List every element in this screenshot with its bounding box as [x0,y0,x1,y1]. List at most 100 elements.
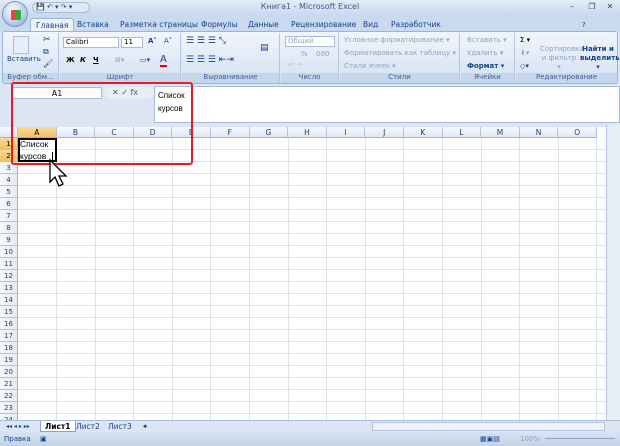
minimize-button[interactable]: – [565,2,579,11]
shrink-font-button[interactable]: A˅ [164,37,172,45]
column-header-K[interactable]: K [404,127,443,138]
borders-icon[interactable]: ⊞▾ [115,56,124,64]
percent-button[interactable]: % [301,50,308,58]
row-header-7[interactable]: 7 [0,210,18,222]
row-header-18[interactable]: 18 [0,342,18,354]
column-header-F[interactable]: F [211,127,250,138]
title-bar: 💾 ↶ ▾ ↷ ▾ Книга1 - Microsoft Excel – ❐ ✕ [0,0,620,15]
gridline [18,209,606,210]
macro-record-icon[interactable]: ▣ [40,432,47,446]
format-as-table-button[interactable]: Форматировать как таблицу ▾ [344,49,456,57]
font-name-select[interactable]: Calibri [63,37,119,48]
column-header-O[interactable]: O [558,127,597,138]
copy-icon[interactable]: ⧉ [43,47,49,57]
row-header-10[interactable]: 10 [0,246,18,258]
tab-formulas[interactable]: Формулы [196,18,243,32]
column-header-H[interactable]: H [288,127,327,138]
sheet-tab-2[interactable]: Лист2 [72,421,104,432]
row-header-5[interactable]: 5 [0,186,18,198]
column-header-G[interactable]: G [249,127,289,138]
group-label: Стили [340,73,459,83]
decimal-icon[interactable]: ⁺⁰ ⁻⁰ [287,62,302,70]
thousands-button[interactable]: 000 [316,50,329,58]
group-clipboard: Вставить ✂ ⧉ 🖌 Буфер обм... [3,33,59,83]
align-top-icon[interactable]: ☰ ☰ ☰ ⤡ [186,36,226,46]
group-editing: Σ ▾ ⬇▾ ◇▾ Сортировка и фильтр ▾ Найти и … [516,33,620,83]
delete-cells-button[interactable]: Удалить ▾ [467,49,503,57]
group-font: Calibri 11 A˄ A˅ Ж К Ч ⊞▾ ▭▾ A Шрифт [60,33,181,83]
column-header-J[interactable]: J [365,127,404,138]
cut-icon[interactable]: ✂ [43,35,51,45]
sheet-tab-3[interactable]: Лист3 [104,421,136,432]
row-header-17[interactable]: 17 [0,330,18,342]
row-header-12[interactable]: 12 [0,270,18,282]
row-header-15[interactable]: 15 [0,306,18,318]
format-cells-button[interactable]: Формат ▾ [467,62,504,70]
row-header-6[interactable]: 6 [0,198,18,210]
sort-filter-button[interactable]: Сортировка и фильтр ▾ [540,45,584,72]
italic-button[interactable]: К [80,56,86,64]
bold-button[interactable]: Ж [66,56,75,64]
row-header-8[interactable]: 8 [0,222,18,234]
view-buttons[interactable]: ▦▣▤ [480,432,500,446]
vertical-scrollbar[interactable] [606,125,620,420]
column-header-M[interactable]: M [481,127,520,138]
row-header-9[interactable]: 9 [0,234,18,246]
font-color-button[interactable]: A [160,54,167,67]
sheet-tab-1[interactable]: Лист1 [40,421,76,432]
tab-developer[interactable]: Разработчик [386,18,446,32]
font-size-select[interactable]: 11 [121,37,143,48]
insert-cells-button[interactable]: Вставить ▾ [467,36,507,44]
align-left-icon[interactable]: ☰ ☰ ☰ ⇤⇥ [186,55,234,65]
office-button[interactable] [2,1,28,27]
row-header-14[interactable]: 14 [0,294,18,306]
insert-sheet-icon[interactable]: ✦ [138,421,152,432]
gridline [18,401,606,402]
grow-font-button[interactable]: A˄ [148,37,157,45]
cell-styles-button[interactable]: Стили ячеек ▾ [344,62,396,70]
sheet-nav-buttons[interactable]: ◂◂ ◂ ▸ ▸▸ [2,421,34,432]
paste-button[interactable]: Вставить [7,55,41,63]
paste-icon [13,36,29,54]
tab-home[interactable]: Главная [30,18,75,32]
row-header-23[interactable]: 23 [0,402,18,414]
wrap-merge-icon[interactable]: ▤ [260,43,269,53]
column-header-N[interactable]: N [519,127,559,138]
tab-page-layout[interactable]: Разметка страницы [115,18,203,32]
fill-color-icon[interactable]: ▭▾ [140,56,150,64]
autosum-button[interactable]: Σ ▾ [520,36,530,44]
underline-button[interactable]: Ч [93,56,99,64]
tab-insert[interactable]: Вставка [72,18,114,32]
restore-button[interactable]: ❐ [585,2,599,11]
row-header-22[interactable]: 22 [0,390,18,402]
tab-review[interactable]: Рецензирование [286,18,361,32]
group-number: Общий % 000 ⁺⁰ ⁻⁰ Число [281,33,339,83]
conditional-formatting-button[interactable]: Условное форматирование ▾ [344,36,450,44]
row-header-20[interactable]: 20 [0,366,18,378]
zoom-slider[interactable] [545,438,615,439]
row-header-19[interactable]: 19 [0,354,18,366]
formula-input[interactable]: Список курсов [154,86,620,123]
gridline [18,413,606,414]
help-icon[interactable]: ? [577,18,591,32]
row-header-16[interactable]: 16 [0,318,18,330]
horizontal-scrollbar[interactable] [372,422,605,431]
number-format-select[interactable]: Общий [285,36,335,47]
worksheet-grid[interactable]: A B C D E F G H I J K L M N O 1 2 3 4 5 6 7 8 9 10 11 12 13 14 15 16 17… [0,127,606,420]
find-select-button[interactable]: Найти и выделить ▾ [580,45,620,72]
column-header-L[interactable]: L [442,127,482,138]
row-header-21[interactable]: 21 [0,378,18,390]
row-header-4[interactable]: 4 [0,174,18,186]
tab-data[interactable]: Данные [243,18,284,32]
gridline [18,245,606,246]
close-button[interactable]: ✕ [603,2,617,11]
row-header-13[interactable]: 13 [0,282,18,294]
format-painter-icon[interactable]: 🖌 [43,59,53,68]
fill-icon[interactable]: ⬇▾ [520,49,529,57]
clear-icon[interactable]: ◇▾ [520,62,529,70]
row-header-11[interactable]: 11 [0,258,18,270]
ribbon-tabs: Главная Вставка Разметка страницы Формул… [0,15,620,32]
zoom-level[interactable]: 100% [520,432,540,446]
column-header-I[interactable]: I [326,127,366,138]
tab-view[interactable]: Вид [358,18,383,32]
